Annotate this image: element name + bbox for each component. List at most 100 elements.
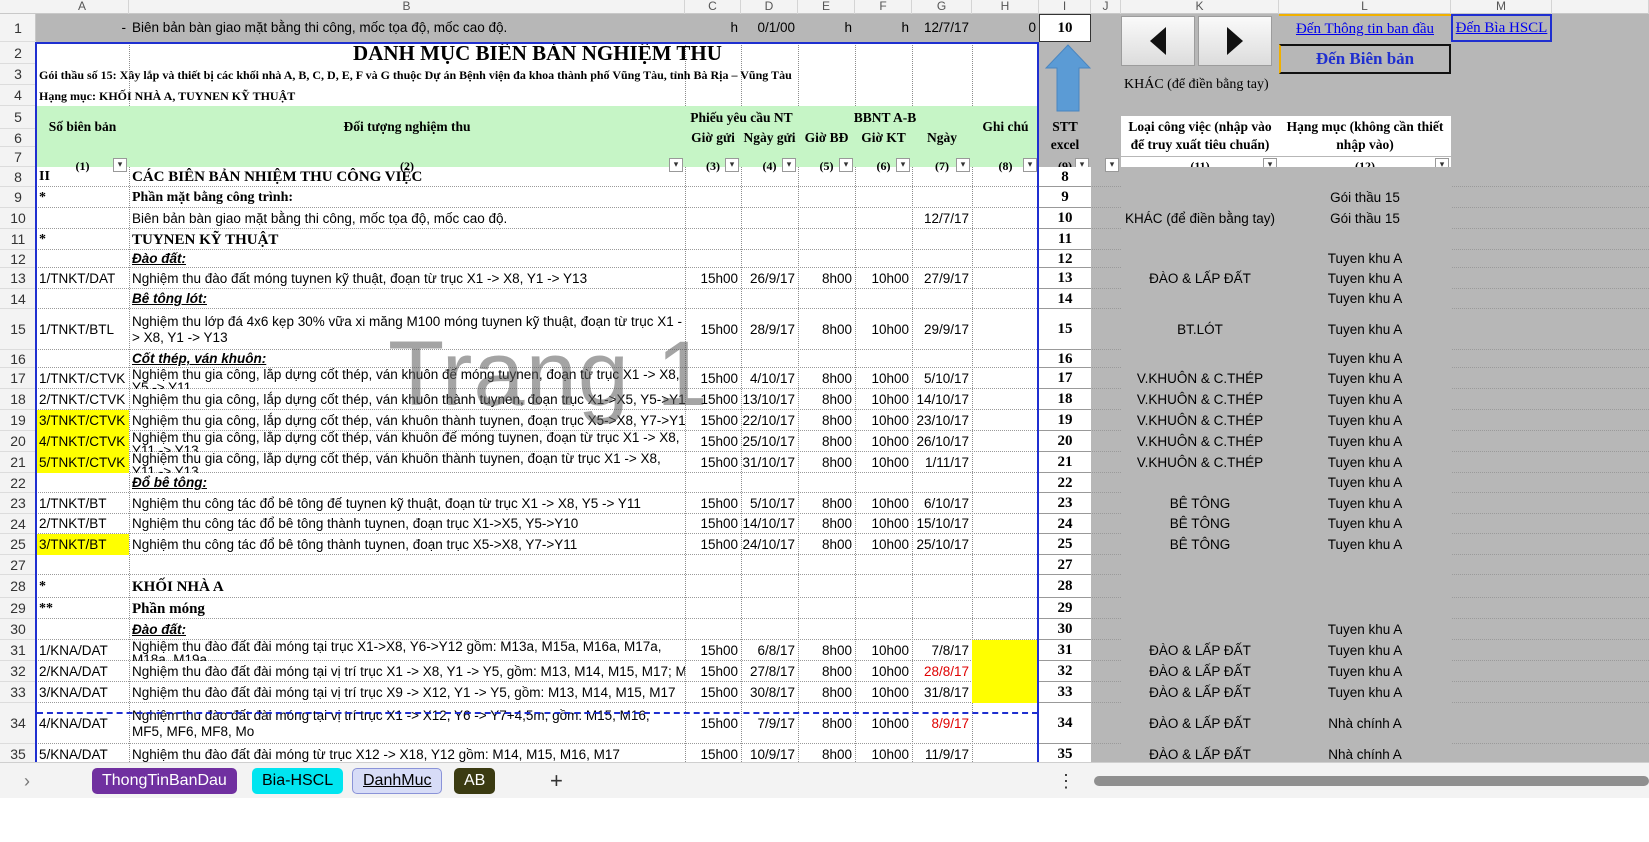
cell-d[interactable]: 4/10/17 <box>741 368 798 389</box>
cell-so-bien-ban[interactable]: 1/TNKT/BTL <box>36 309 129 350</box>
cell-ghi-chu[interactable] <box>972 598 1039 619</box>
cell-ghi-chu[interactable] <box>972 208 1039 229</box>
cell-f[interactable]: 10h00 <box>855 431 912 452</box>
cell-doi-tuong[interactable]: Đổ bê tông: <box>129 473 685 493</box>
cell-ghi-chu[interactable] <box>972 250 1039 268</box>
cell-hang-muc[interactable]: Tuyen khu A <box>1279 640 1451 661</box>
row-header[interactable]: 31 <box>0 640 36 661</box>
cell-e[interactable]: 8h00 <box>798 703 855 744</box>
cell-ghi-chu[interactable] <box>972 452 1039 473</box>
cell-e[interactable]: 8h00 <box>798 431 855 452</box>
cell-g[interactable]: 29/9/17 <box>912 309 972 350</box>
cell-c[interactable]: 15h00 <box>685 661 741 682</box>
cell-f[interactable]: 10h00 <box>855 640 912 661</box>
row1-cell-b[interactable]: Biên bản bàn giao mặt bằng thi công, mốc… <box>129 14 685 42</box>
cell-f[interactable]: 10h00 <box>855 410 912 431</box>
cell-g[interactable]: 23/10/17 <box>912 410 972 431</box>
cell-c[interactable]: 15h00 <box>685 268 741 289</box>
cell-so-bien-ban[interactable]: 2/KNA/DAT <box>36 661 129 682</box>
row1-cell-h[interactable]: 0 <box>972 14 1039 42</box>
cell-c[interactable]: 15h00 <box>685 703 741 744</box>
cell-g[interactable]: 1/11/17 <box>912 452 972 473</box>
cell-stt-excel[interactable]: 20 <box>1039 431 1091 452</box>
cell-loai-cong-viec[interactable] <box>1121 167 1279 187</box>
cell-c[interactable]: 15h00 <box>685 493 741 514</box>
column-header-k[interactable]: K <box>1121 0 1279 14</box>
row1-cell-c[interactable]: h <box>685 14 741 42</box>
cell-so-bien-ban[interactable]: * <box>36 575 129 598</box>
cell-d[interactable]: 14/10/17 <box>741 514 798 534</box>
cell-d[interactable]: 6/8/17 <box>741 640 798 661</box>
cell-stt-excel[interactable]: 27 <box>1039 555 1091 575</box>
cell-e[interactable]: 8h00 <box>798 410 855 431</box>
cell-hang-muc[interactable]: Tuyen khu A <box>1279 452 1451 473</box>
cell-ghi-chu[interactable] <box>972 167 1039 187</box>
cell-g[interactable]: 28/8/17 <box>912 661 972 682</box>
cell-doi-tuong[interactable]: Đào đất: <box>129 250 685 268</box>
row1-cell-a[interactable]: - <box>36 14 129 42</box>
cell-stt-excel[interactable]: 13 <box>1039 268 1091 289</box>
cell-g[interactable]: 26/10/17 <box>912 431 972 452</box>
cell-so-bien-ban[interactable]: * <box>36 187 129 208</box>
cell-hang-muc[interactable]: Nhà chính A <box>1279 703 1451 744</box>
cell-stt-excel[interactable]: 18 <box>1039 389 1091 410</box>
cell-g[interactable]: 27/9/17 <box>912 268 972 289</box>
cell-hang-muc[interactable]: Gói thầu 15 <box>1279 208 1451 229</box>
cell-ghi-chu[interactable] <box>972 473 1039 493</box>
cell-d[interactable]: 13/10/17 <box>741 389 798 410</box>
cell-c[interactable]: 15h00 <box>685 534 741 555</box>
cell-g[interactable]: 6/10/17 <box>912 493 972 514</box>
cell-g[interactable]: 12/7/17 <box>912 208 972 229</box>
row-header[interactable]: 28 <box>0 575 36 598</box>
cell-doi-tuong[interactable]: Nghiệm thu đào đất đài móng tại vị trí t… <box>129 661 685 682</box>
cell-hang-muc[interactable]: Tuyen khu A <box>1279 368 1451 389</box>
row-header[interactable]: 27 <box>0 555 36 575</box>
spreadsheet-sheet[interactable]: ABCDEFGHIJKLM 1 2 3 4 5 6 7 8 9 10 11 12 13 14 15 16 17 1… <box>0 0 1649 842</box>
cell-c[interactable]: 15h00 <box>685 389 741 410</box>
cell-e[interactable]: 8h00 <box>798 309 855 350</box>
cell-stt-excel[interactable]: 24 <box>1039 514 1091 534</box>
row-header[interactable]: 4 <box>0 85 36 106</box>
cell-loai-cong-viec[interactable]: ĐÀO & LẤP ĐẤT <box>1121 268 1279 289</box>
cell-hang-muc[interactable]: Gói thầu 15 <box>1279 187 1451 208</box>
cell-ghi-chu[interactable] <box>972 514 1039 534</box>
cell-c[interactable]: 15h00 <box>685 431 741 452</box>
cell-e[interactable]: 8h00 <box>798 268 855 289</box>
cell-ghi-chu[interactable] <box>972 575 1039 598</box>
cell-ghi-chu[interactable] <box>972 268 1039 289</box>
column-header-m[interactable]: M <box>1451 0 1552 14</box>
cell-hang-muc[interactable]: Tuyen khu A <box>1279 309 1451 350</box>
link-bia-hscl[interactable]: Đến Bìa HSCL <box>1451 14 1552 42</box>
row-header[interactable]: 17 <box>0 368 36 389</box>
row-header[interactable]: 16 <box>0 350 36 368</box>
cell-loai-cong-viec[interactable]: ĐÀO & LẤP ĐẤT <box>1121 640 1279 661</box>
row-header[interactable]: 33 <box>0 682 36 703</box>
cell-stt-excel[interactable]: 28 <box>1039 575 1091 598</box>
more-options-icon[interactable]: ⋮ <box>1047 768 1085 794</box>
cell-g[interactable]: 5/10/17 <box>912 368 972 389</box>
cell-ghi-chu[interactable] <box>972 493 1039 514</box>
cell-d[interactable]: 7/9/17 <box>741 703 798 744</box>
cell-loai-cong-viec[interactable] <box>1121 473 1279 493</box>
sheet-tab-thongtinbandau[interactable]: ThongTinBanDau <box>92 768 237 794</box>
cell-doi-tuong[interactable]: Nghiệm thu gia công, lắp dựng cốt thép, … <box>129 452 685 473</box>
cell-so-bien-ban[interactable]: 1/TNKT/CTVK <box>36 368 129 389</box>
cell-doi-tuong[interactable]: Nghiệm thu công tác đổ bê tông đế tuynen… <box>129 493 685 514</box>
cell-f[interactable]: 10h00 <box>855 682 912 703</box>
cell-stt-excel[interactable]: 9 <box>1039 187 1091 208</box>
row-header[interactable]: 19 <box>0 410 36 431</box>
column-header-e[interactable]: E <box>798 0 855 14</box>
row-header[interactable]: 6 <box>0 129 36 147</box>
column-header-c[interactable]: C <box>685 0 741 14</box>
cell-d[interactable]: 26/9/17 <box>741 268 798 289</box>
cell-doi-tuong[interactable]: Nghiệm thu gia công, lắp dựng cốt thép, … <box>129 389 685 410</box>
cell-stt-excel[interactable]: 33 <box>1039 682 1091 703</box>
row-header[interactable]: 23 <box>0 493 36 514</box>
cell-loai-cong-viec[interactable]: ĐÀO & LẤP ĐẤT <box>1121 661 1279 682</box>
cell-hang-muc[interactable]: Tuyen khu A <box>1279 431 1451 452</box>
row1-cell-e[interactable]: h <box>798 14 855 42</box>
cell-so-bien-ban[interactable]: * <box>36 229 129 250</box>
cell-e[interactable]: 8h00 <box>798 389 855 410</box>
cell-stt-excel[interactable]: 8 <box>1039 167 1091 187</box>
cell-e[interactable]: 8h00 <box>798 682 855 703</box>
